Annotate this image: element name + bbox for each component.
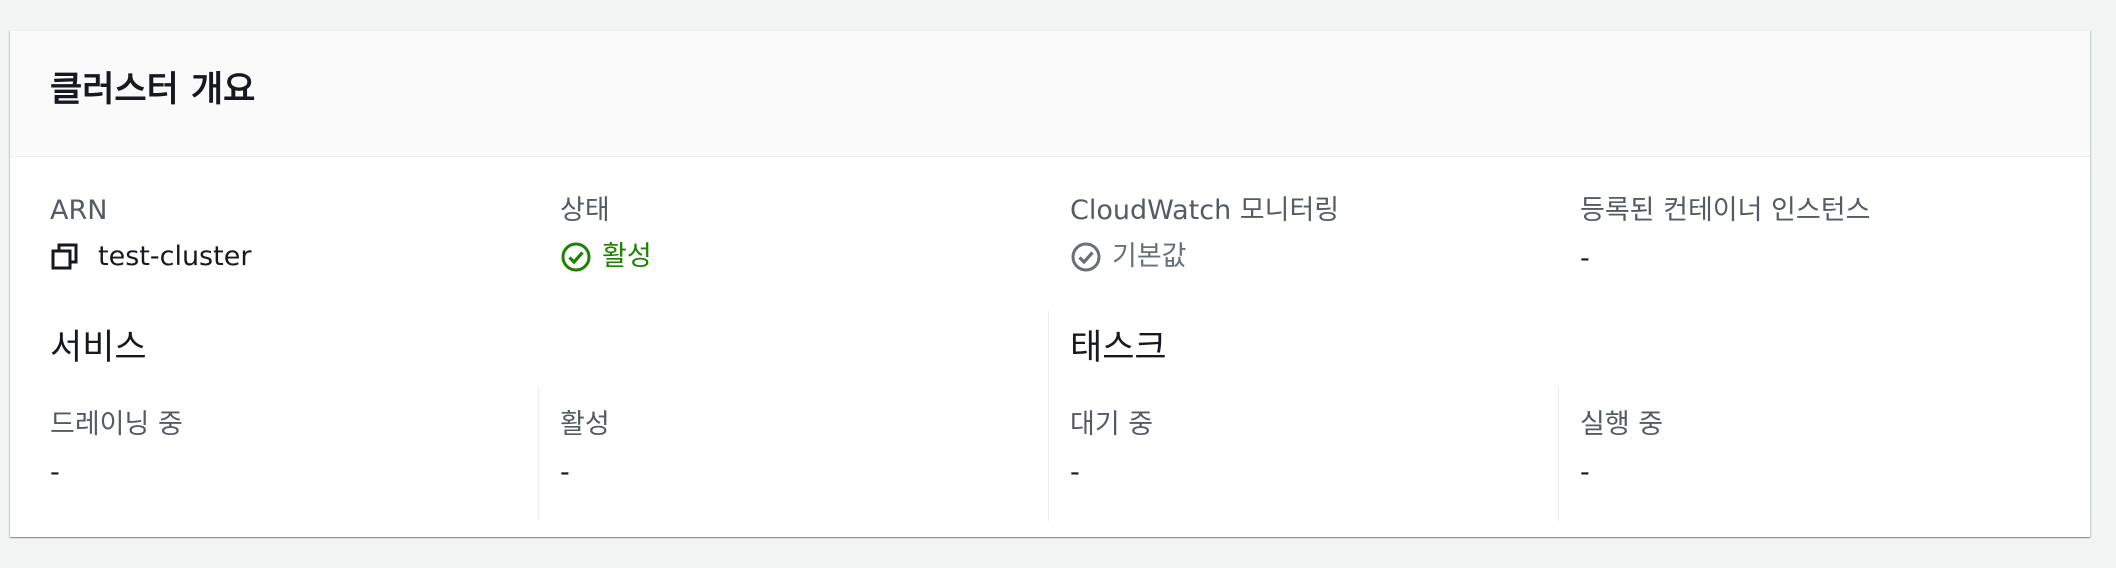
status-label: 상태 (560, 195, 610, 226)
panel-title: 클러스터 개요 (50, 70, 256, 110)
pending-label: 대기 중 (1070, 409, 1154, 440)
cloudwatch-value: 기본값 (1070, 241, 1187, 273)
services-active-label: 활성 (560, 409, 610, 440)
panel-header: 클러스터 개요 (10, 31, 2090, 157)
arn-text: test-cluster (98, 241, 252, 272)
section-divider (1048, 311, 1049, 521)
services-active-value: - (560, 457, 570, 488)
check-circle-icon (560, 241, 592, 273)
tasks-title: 태스크 (1070, 328, 1167, 368)
instances-label: 등록된 컨테이너 인스턴스 (1580, 195, 1871, 226)
draining-value: - (50, 457, 60, 488)
pending-value: - (1070, 457, 1080, 488)
arn-value: test-cluster (50, 241, 251, 273)
draining-label: 드레이닝 중 (50, 409, 183, 440)
running-value: - (1580, 457, 1590, 488)
copy-icon[interactable] (50, 242, 80, 272)
cloudwatch-text: 기본값 (1112, 241, 1187, 272)
cloudwatch-label: CloudWatch 모니터링 (1070, 195, 1340, 226)
status-value: 활성 (560, 241, 652, 273)
services-title: 서비스 (50, 328, 147, 368)
cluster-overview-panel: 클러스터 개요 ARN test-cluster 상태 활성 CloudWatc… (10, 30, 2090, 537)
instances-value: - (1580, 243, 1590, 274)
running-label: 실행 중 (1580, 409, 1664, 440)
status-text: 활성 (602, 241, 652, 272)
tasks-divider (1558, 387, 1559, 521)
services-divider (538, 387, 539, 521)
check-circle-icon (1070, 241, 1102, 273)
arn-label: ARN (50, 195, 108, 226)
